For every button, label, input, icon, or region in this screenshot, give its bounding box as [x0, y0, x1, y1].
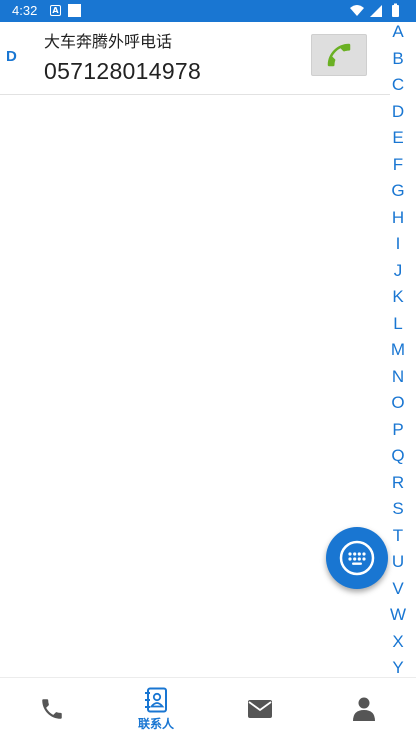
alphabet-index-letter[interactable]: T [386, 526, 410, 546]
status-time: 4:32 [12, 3, 38, 18]
nav-contacts[interactable]: 联系人 [104, 678, 208, 740]
alphabet-index-letter[interactable]: J [386, 261, 410, 281]
wifi-signal-battery-icon [350, 3, 399, 17]
alphabet-index-letter[interactable]: V [386, 579, 410, 599]
alphabet-index[interactable]: ABCDEFGHIJKLMNOPQRSTUVWXY [386, 22, 410, 682]
contact-name: 大车奔腾外呼电话 [44, 32, 173, 51]
alphabet-index-letter[interactable]: W [386, 605, 410, 625]
section-header-letter: D [6, 48, 17, 65]
alphabet-index-letter[interactable]: Y [386, 658, 410, 678]
alphabet-index-letter[interactable]: P [386, 420, 410, 440]
alphabet-index-letter[interactable]: U [386, 552, 410, 572]
status-a-icon: A [50, 5, 61, 16]
alphabet-index-letter[interactable]: X [386, 632, 410, 652]
alphabet-index-letter[interactable]: S [386, 499, 410, 519]
nav-profile[interactable] [312, 678, 416, 740]
alphabet-index-letter[interactable]: F [386, 155, 410, 175]
nav-messages[interactable] [208, 678, 312, 740]
contact-number: 057128014978 [44, 58, 202, 84]
phone-icon [42, 699, 62, 719]
nav-contacts-label: 联系人 [137, 717, 174, 731]
alphabet-index-letter[interactable]: C [386, 75, 410, 95]
call-button[interactable] [311, 34, 367, 76]
status-bar: 4:32 A [0, 0, 416, 22]
alphabet-index-letter[interactable]: N [386, 367, 410, 387]
alphabet-index-letter[interactable]: B [386, 49, 410, 69]
alphabet-index-letter[interactable]: E [386, 128, 410, 148]
alphabet-index-letter[interactable]: I [386, 234, 410, 254]
alphabet-index-letter[interactable]: R [386, 473, 410, 493]
contacts-book-icon [145, 687, 167, 713]
alphabet-index-letter[interactable]: Q [386, 446, 410, 466]
nav-phone[interactable] [0, 678, 104, 740]
envelope-icon [248, 700, 272, 718]
contact-list-item[interactable]: D 大车奔腾外呼电话 057128014978 [0, 22, 390, 95]
alphabet-index-letter[interactable]: H [386, 208, 410, 228]
notification-square-icon [68, 4, 81, 17]
alphabet-index-letter[interactable]: A [386, 22, 410, 42]
alphabet-index-letter[interactable]: K [386, 287, 410, 307]
bottom-navigation: 联系人 [0, 677, 416, 740]
status-icons [348, 3, 408, 19]
dialpad-icon [339, 540, 375, 576]
alphabet-index-letter[interactable]: G [386, 181, 410, 201]
alphabet-index-letter[interactable]: M [386, 340, 410, 360]
alphabet-index-letter[interactable]: D [386, 102, 410, 122]
alphabet-index-letter[interactable]: O [386, 393, 410, 413]
phone-call-icon [327, 43, 351, 67]
alphabet-index-letter[interactable]: L [386, 314, 410, 334]
dialpad-fab-button[interactable] [326, 527, 388, 589]
person-icon [353, 697, 375, 721]
